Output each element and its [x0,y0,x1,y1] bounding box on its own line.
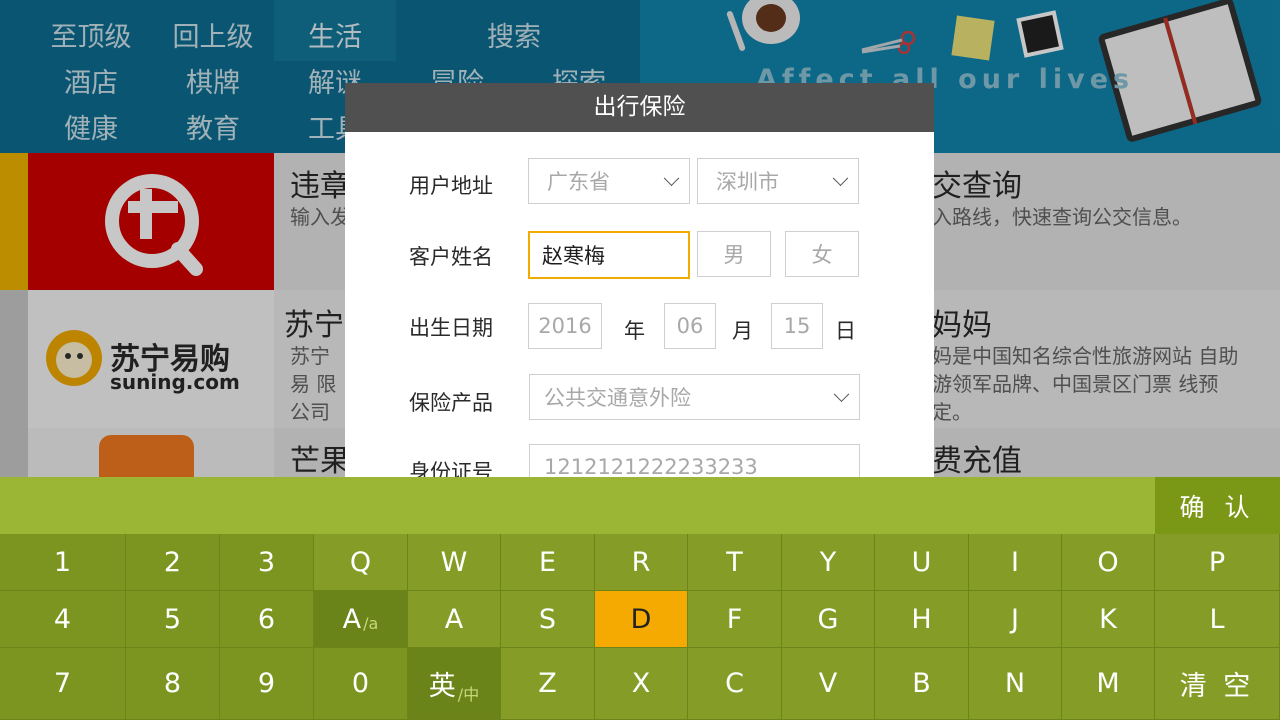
birth-year-value: 2016 [538,314,592,338]
year-unit: 年 [624,319,645,343]
key-0[interactable]: 0 [314,648,408,720]
key-s[interactable]: S [501,591,595,648]
key-3[interactable]: 3 [220,534,314,591]
key-2[interactable]: 2 [126,534,220,591]
insurance-product-select[interactable]: 公共交通意外险 [529,374,860,420]
name-label: 客户姓名 [409,245,493,269]
key-k[interactable]: K [1062,591,1155,648]
key-t[interactable]: T [688,534,782,591]
gender-male-button[interactable]: 男 [697,231,771,277]
case-toggle-key[interactable]: A/a [314,591,408,648]
name-value: 赵寒梅 [542,244,605,268]
key-e[interactable]: E [501,534,595,591]
key-5[interactable]: 5 [126,591,220,648]
key-n[interactable]: N [969,648,1062,720]
key-j[interactable]: J [969,591,1062,648]
product-label: 保险产品 [409,391,493,415]
chevron-down-icon [663,170,680,187]
key-x[interactable]: X [595,648,688,720]
id-number-label: 身份证号 [409,460,493,477]
key-u[interactable]: U [875,534,969,591]
key-v[interactable]: V [782,648,875,720]
key-z[interactable]: Z [501,648,595,720]
onscreen-keyboard: 确 认 1 2 3 Q W E R T Y U I O P 4 5 6 A/a … [0,477,1280,720]
name-input[interactable]: 赵寒梅 [528,231,690,279]
product-value: 公共交通意外险 [544,386,691,410]
clear-button[interactable]: 清 空 [1155,648,1280,720]
key-y[interactable]: Y [782,534,875,591]
province-value: 广东省 [547,170,610,194]
key-1[interactable]: 1 [0,534,126,591]
travel-insurance-dialog: 出行保险 用户地址 广东省 深圳市 客户姓名 赵寒梅 男 女 出生日期 2016… [345,83,934,477]
gender-male-label: 男 [723,243,745,267]
chevron-down-icon [833,386,850,403]
keyboard-input-bar [0,477,1155,534]
dialog-title: 出行保险 [345,83,934,132]
birth-day-input[interactable]: 15 [771,303,823,349]
key-m[interactable]: M [1062,648,1155,720]
month-unit: 月 [732,319,753,343]
key-f[interactable]: F [688,591,782,648]
key-g[interactable]: G [782,591,875,648]
id-number-value: 1212121222233233 [544,455,758,477]
chevron-down-icon [832,170,849,187]
province-select[interactable]: 广东省 [528,158,690,204]
key-l[interactable]: L [1155,591,1280,648]
key-w[interactable]: W [408,534,501,591]
birth-year-input[interactable]: 2016 [528,303,602,349]
birth-day-value: 15 [783,314,811,338]
key-4[interactable]: 4 [0,591,126,648]
case-toggle-label: A [342,603,362,635]
birth-month-value: 06 [676,314,704,338]
key-d[interactable]: D [595,591,688,648]
gender-female-button[interactable]: 女 [785,231,859,277]
key-o[interactable]: O [1062,534,1155,591]
language-toggle-label: 英 [428,671,456,702]
confirm-button[interactable]: 确 认 [1155,477,1280,534]
city-value: 深圳市 [716,170,779,194]
birth-month-input[interactable]: 06 [664,303,716,349]
case-toggle-sub: /a [363,614,379,633]
key-9[interactable]: 9 [220,648,314,720]
key-r[interactable]: R [595,534,688,591]
key-6[interactable]: 6 [220,591,314,648]
address-label: 用户地址 [409,174,493,198]
key-i[interactable]: I [969,534,1062,591]
day-unit: 日 [835,319,856,343]
city-select[interactable]: 深圳市 [697,158,859,204]
key-q[interactable]: Q [314,534,408,591]
birth-date-label: 出生日期 [409,316,493,340]
key-b[interactable]: B [875,648,969,720]
key-p[interactable]: P [1155,534,1280,591]
gender-female-label: 女 [811,243,833,267]
key-8[interactable]: 8 [126,648,220,720]
id-number-input[interactable]: 1212121222233233 [529,444,860,477]
key-h[interactable]: H [875,591,969,648]
key-a[interactable]: A [408,591,501,648]
language-toggle-key[interactable]: 英/中 [408,648,501,720]
language-toggle-sub: /中 [457,685,480,704]
key-7[interactable]: 7 [0,648,126,720]
key-c[interactable]: C [688,648,782,720]
